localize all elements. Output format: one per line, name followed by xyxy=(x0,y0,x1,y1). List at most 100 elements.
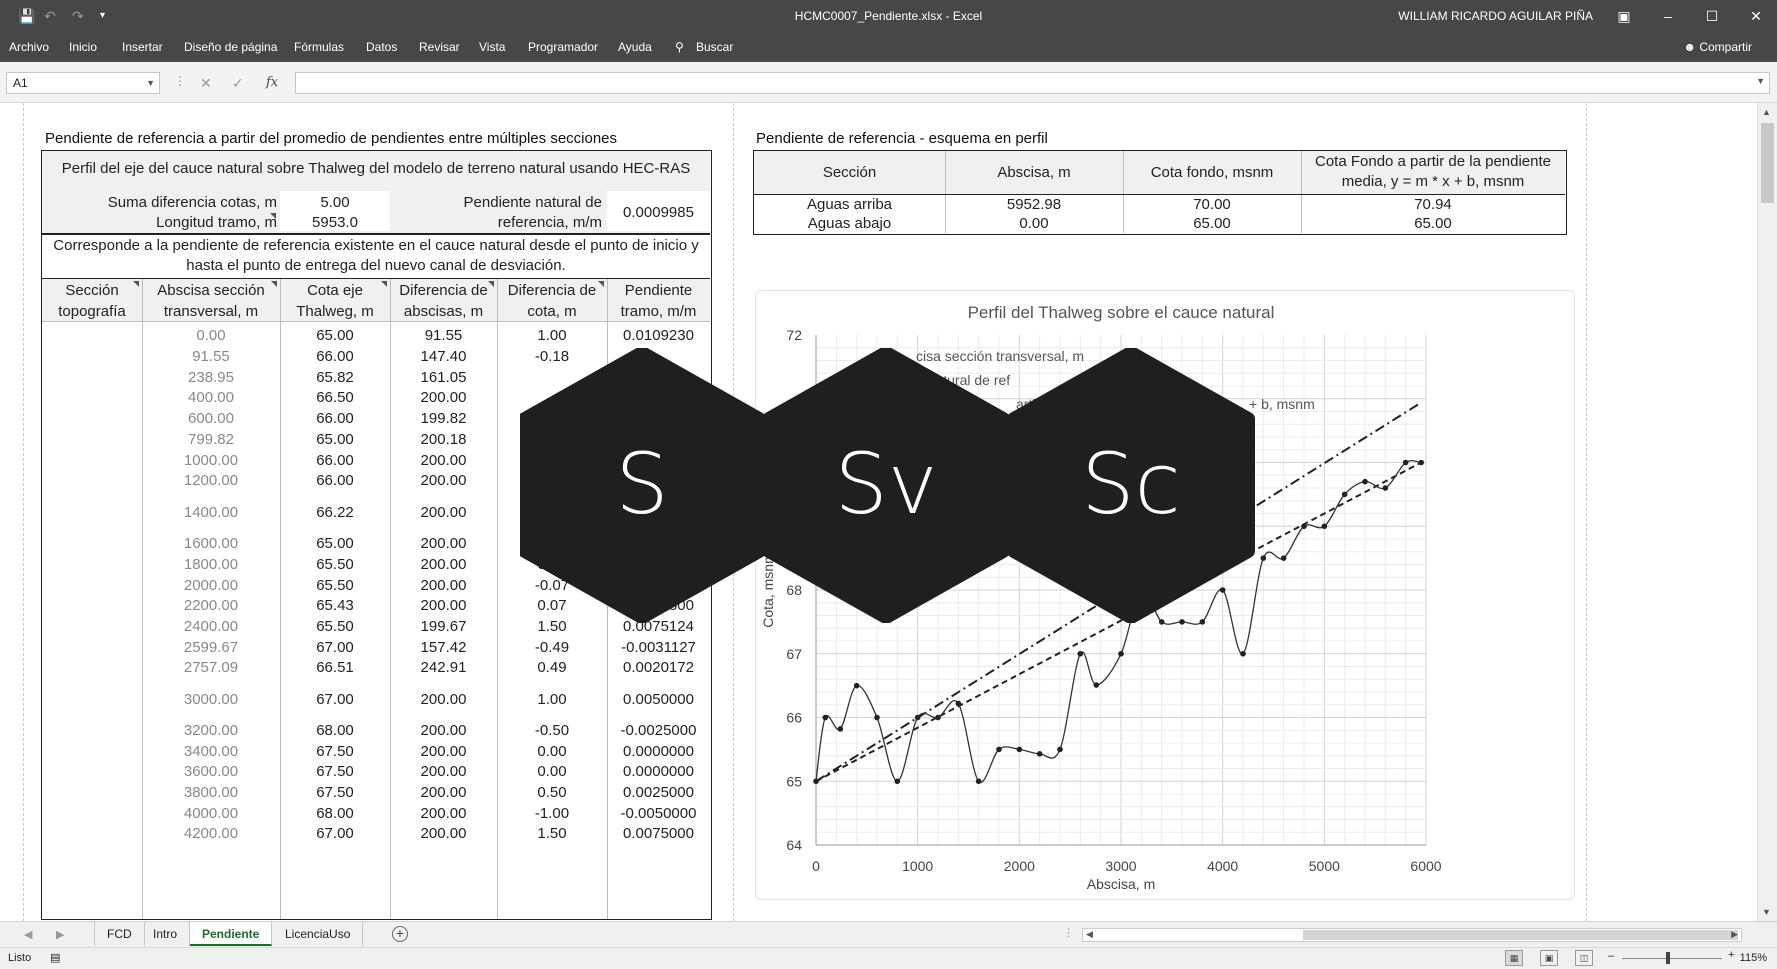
table-cell-dabs[interactable]: 200.18 xyxy=(390,431,497,448)
table-cell-dabs[interactable]: 200.00 xyxy=(390,556,497,573)
table-cell-cota[interactable]: 66.00 xyxy=(280,410,390,427)
table-cell-abs[interactable]: 3600.00 xyxy=(142,763,280,780)
table-cell-cota[interactable]: 67.00 xyxy=(280,691,390,708)
table-cell-cota[interactable]: 67.50 xyxy=(280,784,390,801)
tab-formulas[interactable]: Fórmulas xyxy=(294,40,344,54)
table-cell-abs[interactable]: 1400.00 xyxy=(142,504,280,521)
table-cell-dcota[interactable]: 0.50 xyxy=(497,784,607,801)
formula-input[interactable]: ▼ xyxy=(295,72,1770,94)
table-cell-cota[interactable]: 66.00 xyxy=(280,472,390,489)
table-cell-dabs[interactable]: 200.00 xyxy=(390,743,497,760)
table-cell-abs[interactable]: 3000.00 xyxy=(142,691,280,708)
zoom-out-icon[interactable]: – xyxy=(1608,950,1614,962)
table-cell-dabs[interactable]: 199.67 xyxy=(390,618,497,635)
table-cell-dcota[interactable]: 1.50 xyxy=(497,825,607,842)
table-cell-cota[interactable]: 66.51 xyxy=(280,659,390,676)
table-cell-dabs[interactable]: 200.00 xyxy=(390,763,497,780)
table-cell-dabs[interactable]: 200.00 xyxy=(390,577,497,594)
table-cell-dabs[interactable]: 161.05 xyxy=(390,369,497,386)
minimize-icon[interactable]: – xyxy=(1648,4,1688,28)
table-cell-dabs[interactable]: 200.00 xyxy=(390,784,497,801)
share-button[interactable]: ☻ Compartir xyxy=(1683,40,1752,54)
tab-inicio[interactable]: Inicio xyxy=(69,40,97,54)
sum-value[interactable]: 5.00 xyxy=(280,194,390,211)
tab-buscar[interactable]: Buscar xyxy=(696,40,733,54)
tab-scroll-right-icon[interactable]: ▶ xyxy=(56,928,64,941)
table-cell-abs[interactable]: 1000.00 xyxy=(142,452,280,469)
table-cell-cota[interactable]: 68.00 xyxy=(280,805,390,822)
ref-row-section[interactable]: Aguas abajo xyxy=(754,215,945,232)
vertical-scrollbar[interactable]: ▲ ▼ xyxy=(1757,103,1777,921)
chevron-down-icon[interactable]: ▼ xyxy=(146,73,155,93)
cancel-icon[interactable]: ✕ xyxy=(200,75,212,92)
table-cell-pend[interactable]: 0.0075000 xyxy=(607,825,710,842)
table-cell-dabs[interactable]: 200.00 xyxy=(390,535,497,552)
table-cell-dcota[interactable]: -1.00 xyxy=(497,805,607,822)
table-cell-dcota[interactable]: 0.00 xyxy=(497,763,607,780)
table-cell-dabs[interactable]: 147.40 xyxy=(390,348,497,365)
table-cell-dabs[interactable]: 200.00 xyxy=(390,452,497,469)
tab-datos[interactable]: Datos xyxy=(366,40,397,54)
ref-row-abscisa[interactable]: 0.00 xyxy=(945,215,1123,232)
zoom-in-icon[interactable]: + xyxy=(1728,949,1734,961)
table-cell-abs[interactable]: 1600.00 xyxy=(142,535,280,552)
table-cell-cota[interactable]: 65.00 xyxy=(280,431,390,448)
table-cell-pend[interactable]: 0.0050000 xyxy=(607,691,710,708)
scroll-down-icon[interactable]: ▼ xyxy=(1762,907,1771,917)
user-name[interactable]: WILLIAM RICARDO AGUILAR PIÑA xyxy=(1398,9,1593,23)
table-cell-abs[interactable]: 2599.67 xyxy=(142,639,280,656)
horizontal-scroll-thumb[interactable] xyxy=(1303,930,1738,940)
ref-row-cota[interactable]: 70.00 xyxy=(1123,196,1301,213)
sheet-tab-pendiente[interactable]: Pendiente xyxy=(190,922,273,946)
table-cell-cota[interactable]: 66.50 xyxy=(280,389,390,406)
table-cell-cota[interactable]: 65.82 xyxy=(280,369,390,386)
table-cell-dcota[interactable]: 1.00 xyxy=(497,327,607,344)
name-box[interactable]: A1 ▼ xyxy=(6,72,160,94)
table-cell-cota[interactable]: 67.00 xyxy=(280,825,390,842)
tab-diseno-pagina[interactable]: Diseño de página xyxy=(184,40,277,54)
macro-record-icon[interactable]: ▤ xyxy=(50,951,60,964)
tab-vista[interactable]: Vista xyxy=(479,40,505,54)
table-cell-cota[interactable]: 65.00 xyxy=(280,535,390,552)
table-cell-abs[interactable]: 2200.00 xyxy=(142,597,280,614)
table-cell-pend[interactable]: -0.0031127 xyxy=(607,639,710,656)
table-cell-abs[interactable]: 600.00 xyxy=(142,410,280,427)
table-cell-dabs[interactable]: 200.00 xyxy=(390,504,497,521)
table-cell-abs[interactable]: 2400.00 xyxy=(142,618,280,635)
table-cell-cota[interactable]: 65.50 xyxy=(280,556,390,573)
horizontal-scrollbar[interactable]: ◀ ▶ xyxy=(1082,928,1742,942)
table-cell-cota[interactable]: 65.00 xyxy=(280,327,390,344)
table-cell-cota[interactable]: 68.00 xyxy=(280,722,390,739)
slope-value[interactable]: 0.0009985 xyxy=(607,204,710,221)
insert-function-icon[interactable]: fx xyxy=(266,75,278,90)
tab-revisar[interactable]: Revisar xyxy=(419,40,460,54)
table-cell-abs[interactable]: 4000.00 xyxy=(142,805,280,822)
table-cell-abs[interactable]: 3400.00 xyxy=(142,743,280,760)
ref-row-section[interactable]: Aguas arriba xyxy=(754,196,945,213)
table-cell-pend[interactable]: 0.0000000 xyxy=(607,763,710,780)
table-cell-pend[interactable]: -0.0050000 xyxy=(607,805,710,822)
zoom-slider-knob[interactable] xyxy=(1666,952,1670,964)
table-cell-abs[interactable]: 400.00 xyxy=(142,389,280,406)
tab-insertar[interactable]: Insertar xyxy=(122,40,163,54)
split-handle-icon[interactable]: ⋮ xyxy=(1063,926,1074,939)
table-cell-abs[interactable]: 1800.00 xyxy=(142,556,280,573)
table-cell-cota[interactable]: 67.50 xyxy=(280,763,390,780)
table-cell-dcota[interactable]: 1.00 xyxy=(497,691,607,708)
table-cell-dcota[interactable]: 0.00 xyxy=(497,743,607,760)
normal-view-icon[interactable]: ▦ xyxy=(1505,950,1523,966)
table-cell-cota[interactable]: 65.50 xyxy=(280,577,390,594)
length-value[interactable]: 5953.0 xyxy=(280,214,390,231)
table-cell-cota[interactable]: 65.43 xyxy=(280,597,390,614)
ref-row-cota[interactable]: 65.00 xyxy=(1123,215,1301,232)
page-layout-icon[interactable]: ▣ xyxy=(1540,950,1558,966)
ref-row-abscisa[interactable]: 5952.98 xyxy=(945,196,1123,213)
add-sheet-icon[interactable]: + xyxy=(392,926,408,942)
close-icon[interactable]: ✕ xyxy=(1736,4,1776,28)
table-cell-abs[interactable]: 3200.00 xyxy=(142,722,280,739)
table-cell-abs[interactable]: 238.95 xyxy=(142,369,280,386)
table-cell-dabs[interactable]: 200.00 xyxy=(390,825,497,842)
zoom-slider[interactable] xyxy=(1622,958,1722,959)
scroll-right-icon[interactable]: ▶ xyxy=(1731,929,1738,940)
table-cell-dabs[interactable]: 242.91 xyxy=(390,659,497,676)
